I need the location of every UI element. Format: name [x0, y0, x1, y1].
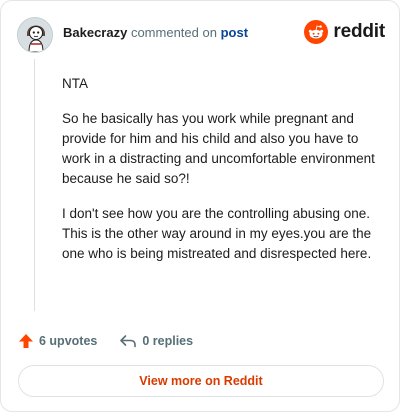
- upvotes[interactable]: 6 upvotes: [18, 333, 97, 349]
- upvotes-count: 6 upvotes: [39, 334, 98, 348]
- replies-count: 0 replies: [142, 334, 194, 348]
- replies[interactable]: 0 replies: [119, 333, 193, 349]
- comment-paragraph-3: I don't see how you are the controlling …: [62, 206, 372, 261]
- comment-paragraph-1: NTA: [62, 76, 88, 91]
- user-avatar[interactable]: [17, 17, 53, 53]
- reply-arrow-icon: [120, 335, 137, 348]
- embed-card: Bakecrazy commented on post reddit NTA S…: [0, 0, 400, 412]
- comment-meta: Bakecrazy commented on post: [63, 25, 248, 41]
- comment-body: NTA So he basically has you work while p…: [62, 74, 384, 279]
- avatar-figure-icon: [18, 18, 52, 52]
- reddit-snoo-icon: [304, 20, 329, 44]
- comment-header: Bakecrazy commented on post reddit: [17, 15, 385, 55]
- thread-line: [34, 59, 35, 311]
- comment-footer: 6 upvotes 0 replies: [18, 331, 193, 351]
- action-text: commented on: [130, 25, 217, 40]
- username-link[interactable]: Bakecrazy: [63, 25, 127, 40]
- comment-paragraph-2: So he basically has you work while pregn…: [62, 111, 375, 186]
- view-more-button[interactable]: View more on Reddit: [18, 365, 384, 397]
- reddit-logo[interactable]: reddit: [304, 20, 385, 44]
- upvote-arrow-icon: [19, 334, 33, 348]
- reddit-wordmark: reddit: [333, 21, 385, 42]
- post-link[interactable]: post: [221, 25, 248, 40]
